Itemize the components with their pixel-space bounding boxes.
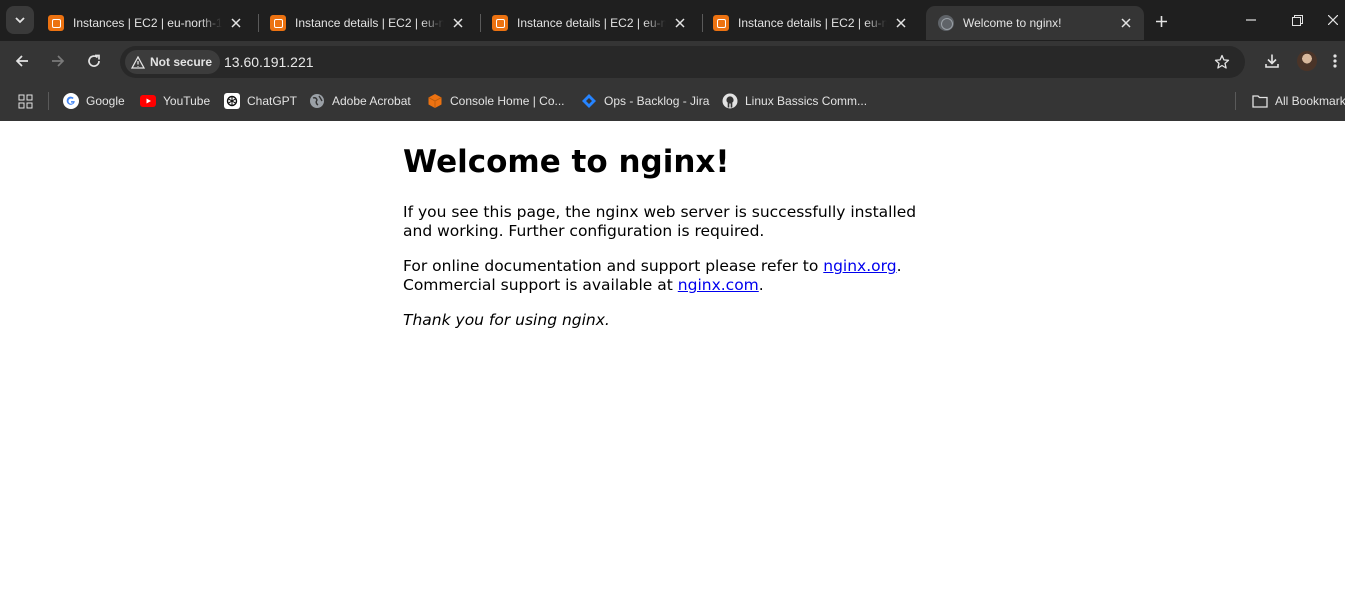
bookmarks-divider	[48, 92, 49, 110]
reload-icon	[88, 54, 100, 67]
close-icon[interactable]	[893, 15, 909, 31]
globe-icon	[309, 93, 325, 109]
tab-instance-details-1[interactable]: Instance details | EC2 | eu-north-1	[258, 6, 476, 40]
url-text[interactable]: 13.60.191.221	[224, 54, 314, 70]
tab-title: Instance details | EC2 | eu-north-1	[295, 16, 444, 30]
site-security-chip[interactable]: Not secure	[125, 50, 221, 74]
folder-icon	[1252, 93, 1268, 109]
aws-icon	[492, 15, 508, 31]
minimize-button[interactable]	[1228, 0, 1274, 40]
apps-button[interactable]	[18, 91, 33, 111]
bookmark-label: Linux Bassics Comm...	[745, 94, 868, 108]
plus-icon	[1155, 15, 1167, 27]
reload-button[interactable]	[80, 47, 108, 75]
docs-text-end: .	[896, 257, 902, 275]
github-icon	[722, 93, 738, 109]
close-icon	[1327, 15, 1338, 25]
avatar	[1297, 51, 1317, 71]
nginx-com-link[interactable]: nginx.com	[678, 276, 759, 294]
page-viewport: Welcome to nginx! If you see this page, …	[0, 121, 1345, 597]
chatgpt-icon	[224, 93, 240, 109]
minimize-icon	[1246, 19, 1256, 21]
tab-strip: Instances | EC2 | eu-north-1 Instance de…	[0, 0, 1345, 41]
aws-icon	[270, 15, 286, 31]
install-message: If you see this page, the nginx web serv…	[403, 203, 917, 240]
chevron-down-icon	[15, 17, 25, 24]
globe-icon	[938, 15, 954, 31]
restore-icon	[1291, 14, 1303, 26]
bookmark-google[interactable]: Google	[63, 91, 125, 111]
close-icon[interactable]	[228, 15, 244, 31]
bookmark-youtube[interactable]: YouTube	[140, 91, 210, 111]
commercial-text: Commercial support is available at	[403, 276, 678, 294]
bookmark-label: Google	[86, 94, 125, 108]
docs-text: For online documentation and support ple…	[403, 257, 824, 275]
close-icon[interactable]	[672, 15, 688, 31]
bookmark-label: Ops - Backlog - Jira	[604, 94, 710, 108]
tab-title: Instances | EC2 | eu-north-1	[73, 16, 222, 30]
bookmark-linux-basics[interactable]: Linux Bassics Comm...	[722, 91, 867, 111]
bookmark-chatgpt[interactable]: ChatGPT	[224, 91, 297, 111]
more-vertical-icon	[1333, 54, 1337, 68]
google-icon	[63, 93, 79, 109]
bookmark-jira[interactable]: Ops - Backlog - Jira	[581, 91, 709, 111]
jira-icon	[581, 93, 597, 109]
bookmark-label: Adobe Acrobat	[332, 94, 411, 108]
aws-icon	[48, 15, 64, 31]
close-icon[interactable]	[1118, 15, 1134, 31]
back-button[interactable]	[8, 47, 36, 75]
all-bookmarks-label: All Bookmarks	[1275, 94, 1345, 108]
apps-grid-icon	[18, 94, 33, 108]
aws-icon	[713, 15, 729, 31]
profile-button[interactable]	[1293, 47, 1321, 75]
close-icon[interactable]	[450, 15, 466, 31]
tab-instances[interactable]: Instances | EC2 | eu-north-1	[36, 6, 254, 40]
bookmark-console-home[interactable]: Console Home | Co...	[427, 91, 565, 111]
bookmark-adobe-acrobat[interactable]: Adobe Acrobat	[309, 91, 411, 111]
tab-instance-details-3[interactable]: Instance details | EC2 | eu-north-1	[701, 6, 919, 40]
downloads-button[interactable]	[1258, 47, 1286, 75]
tab-welcome-nginx[interactable]: Welcome to nginx!	[926, 6, 1144, 40]
tab-title: Instance details | EC2 | eu-north-1	[738, 16, 887, 30]
tab-title: Welcome to nginx!	[963, 16, 1062, 30]
page-title: Welcome to nginx!	[403, 144, 730, 180]
bookmarks-bar: Google YouTube ChatGPT Adobe Acrobat Con…	[0, 81, 1345, 121]
new-tab-button[interactable]	[1148, 8, 1174, 34]
bookmarks-divider	[1235, 92, 1236, 110]
address-bar[interactable]: Not secure 13.60.191.221	[120, 46, 1245, 78]
restore-button[interactable]	[1274, 0, 1320, 40]
arrow-left-icon	[15, 55, 28, 67]
thanks-message: Thank you for using nginx.	[403, 311, 923, 330]
youtube-icon	[140, 93, 156, 109]
tab-title: Instance details | EC2 | eu-north-1	[517, 16, 666, 30]
support-message: For online documentation and support ple…	[403, 257, 923, 295]
tab-instance-details-2[interactable]: Instance details | EC2 | eu-north-1	[480, 6, 698, 40]
browser-toolbar: Not secure 13.60.191.221	[0, 41, 1345, 81]
warning-icon	[131, 55, 145, 69]
security-label: Not secure	[150, 55, 213, 69]
bookmark-label: Console Home | Co...	[450, 94, 565, 108]
thanks-text: Thank you for using nginx.	[403, 311, 610, 329]
all-bookmarks-button[interactable]: All Bookmarks	[1252, 91, 1345, 111]
commercial-text-end: .	[758, 276, 764, 294]
aws-cube-icon	[427, 93, 443, 109]
close-window-button[interactable]	[1320, 0, 1345, 40]
menu-button[interactable]	[1325, 47, 1345, 75]
star-icon	[1214, 54, 1230, 69]
arrow-right-icon	[52, 55, 65, 67]
bookmark-label: ChatGPT	[247, 94, 298, 108]
tab-search-button[interactable]	[6, 6, 34, 34]
nginx-welcome-content: Welcome to nginx! If you see this page, …	[403, 143, 923, 346]
forward-button[interactable]	[44, 47, 72, 75]
nginx-org-link[interactable]: nginx.org	[823, 257, 896, 275]
download-icon	[1265, 54, 1279, 68]
bookmark-star-button[interactable]	[1213, 53, 1231, 71]
bookmark-label: YouTube	[163, 94, 211, 108]
